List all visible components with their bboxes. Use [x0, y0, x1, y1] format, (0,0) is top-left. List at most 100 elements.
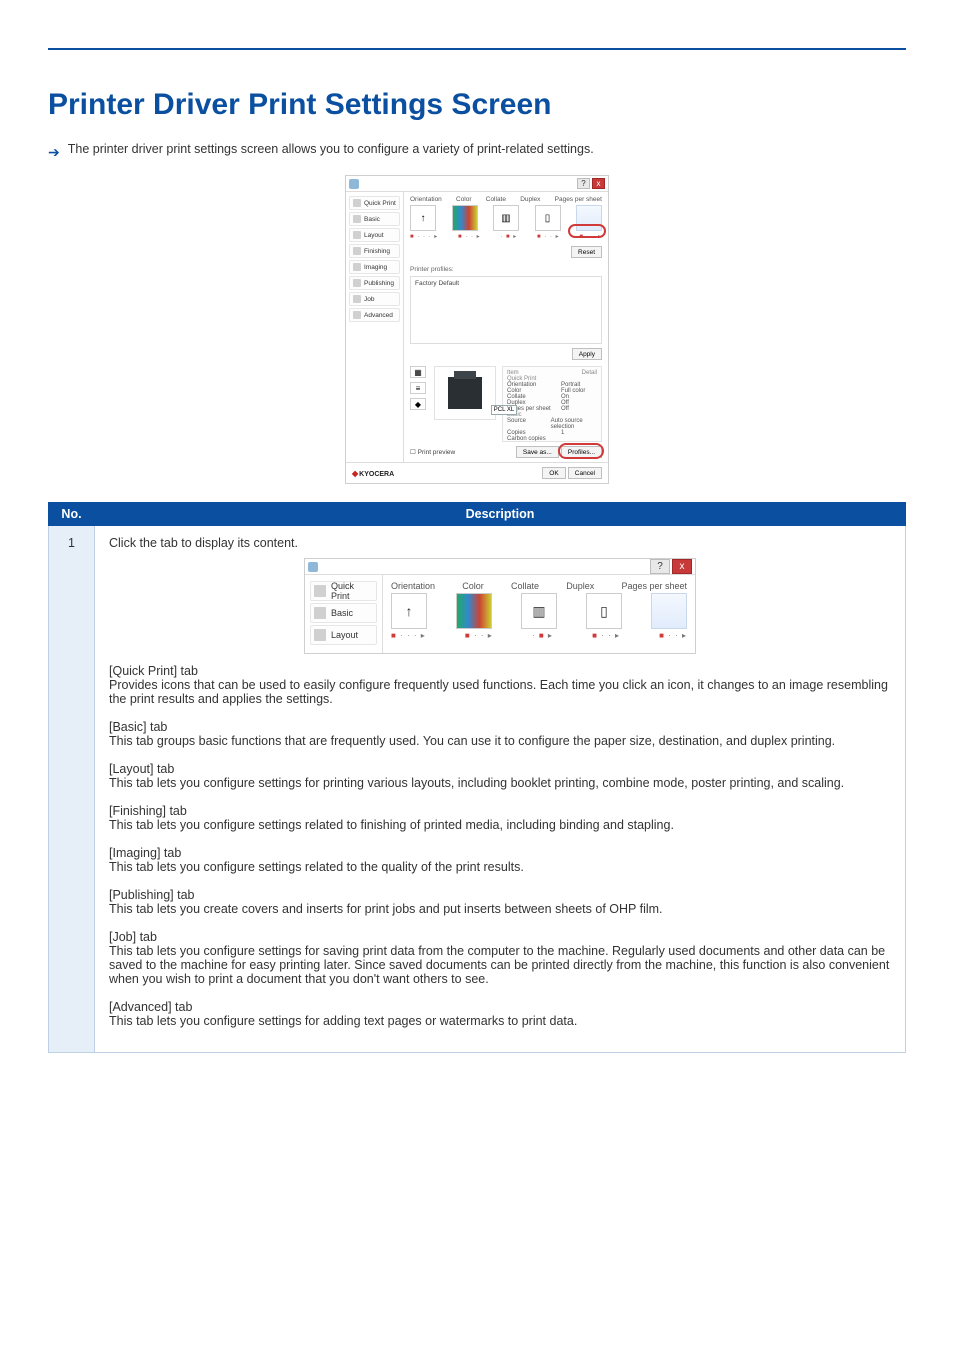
tab-title: [Finishing] tab	[109, 804, 891, 818]
cancel-button[interactable]: Cancel	[568, 467, 602, 479]
tab-desc: This tab groups basic functions that are…	[109, 734, 835, 748]
col-desc: Description	[95, 503, 906, 526]
doc-icon[interactable]: ▦	[410, 366, 426, 378]
tab-title: [Publishing] tab	[109, 888, 891, 902]
duplex-tile[interactable]: ▯	[535, 205, 561, 231]
dots: · ■ ▸	[532, 631, 553, 640]
tab-label: Basic	[364, 216, 380, 223]
main-pane: Orientation Color Collate Duplex Pages p…	[383, 575, 695, 653]
tab-title: [Layout] tab	[109, 762, 891, 776]
arrow-right-icon: ➔	[48, 144, 60, 161]
tab-desc: This tab lets you configure settings for…	[109, 776, 844, 790]
orientation-tile[interactable]: ↑	[391, 593, 427, 629]
tab-advanced[interactable]: Advanced	[349, 308, 400, 322]
titlebar: ? x	[346, 176, 608, 192]
sum-k: Carbon copies	[507, 436, 561, 442]
dots: ■ · · · ▸	[410, 233, 438, 240]
dots: ■ · · ▸	[659, 631, 687, 640]
ok-button[interactable]: OK	[542, 467, 565, 479]
pps-tile[interactable]	[651, 593, 687, 629]
top-rule	[48, 48, 906, 50]
dots: ■ · · ▸	[537, 233, 560, 240]
tab-label: Publishing	[364, 280, 394, 287]
save-as-button[interactable]: Save as...	[516, 446, 559, 458]
tab-imaging[interactable]: Imaging	[349, 260, 400, 274]
tab-job[interactable]: Job	[349, 292, 400, 306]
collate-tile[interactable]: ▥	[493, 205, 519, 231]
opt-orientation: Orientation	[391, 581, 435, 591]
color-icon[interactable]: ◆	[410, 398, 426, 410]
printer-preview: PCL XL	[434, 366, 496, 420]
tab-layout[interactable]: Layout	[310, 625, 377, 645]
tab-finishing[interactable]: Finishing	[349, 244, 400, 258]
close-button[interactable]: x	[672, 559, 692, 574]
color-tile[interactable]	[452, 205, 478, 231]
tab-label: Finishing	[364, 248, 390, 255]
lines-icon[interactable]: ≡	[410, 382, 426, 394]
tab-label: Layout	[331, 630, 358, 640]
dots: ■ · · ▸	[592, 631, 620, 640]
tab-label: Imaging	[364, 264, 387, 271]
tab-label: Quick Print	[331, 581, 373, 601]
profile-item[interactable]: Factory Default	[415, 280, 597, 287]
tab-quick-print[interactable]: Quick Print	[349, 196, 400, 210]
tab-quick-print[interactable]: Quick Print	[310, 581, 377, 601]
tab-title: [Basic] tab	[109, 720, 891, 734]
tab-basic[interactable]: Basic	[310, 603, 377, 623]
layout-icon	[353, 231, 361, 239]
main-pane: Orientation Color Collate Duplex Pages p…	[404, 192, 608, 462]
basic-icon	[353, 215, 361, 223]
tab-label: Advanced	[364, 312, 393, 319]
tab-title: [Advanced] tab	[109, 1000, 891, 1014]
publishing-icon	[353, 279, 361, 287]
finishing-icon	[353, 247, 361, 255]
tab-label: Layout	[364, 232, 384, 239]
sum-v: 1	[561, 430, 564, 436]
app-icon	[308, 562, 318, 572]
opt-color: Color	[456, 196, 472, 203]
layout-icon	[314, 629, 326, 641]
close-button[interactable]: x	[592, 178, 605, 189]
opt-orientation: Orientation	[410, 196, 442, 203]
opt-duplex: Duplex	[566, 581, 594, 591]
basic-icon	[314, 607, 326, 619]
brand-logo: ◆KYOCERA	[352, 469, 394, 478]
opt-pps: Pages per sheet	[555, 196, 602, 203]
duplex-tile[interactable]: ▯	[586, 593, 622, 629]
tab-title: [Imaging] tab	[109, 846, 891, 860]
app-icon	[349, 179, 359, 189]
color-tile[interactable]	[456, 593, 492, 629]
dots: ■ · · · ▸	[391, 631, 426, 640]
printer-image	[448, 377, 482, 409]
tab-layout[interactable]: Layout	[349, 228, 400, 242]
tab-publishing[interactable]: Publishing	[349, 276, 400, 290]
opt-duplex: Duplex	[520, 196, 540, 203]
opt-pps: Pages per sheet	[621, 581, 687, 591]
pcl-chip: PCL XL	[491, 405, 517, 415]
help-button[interactable]: ?	[650, 559, 670, 574]
opt-collate: Collate	[511, 581, 539, 591]
collate-tile[interactable]: ▥	[521, 593, 557, 629]
apply-button[interactable]: Apply	[572, 348, 602, 360]
pps-tile[interactable]	[576, 205, 602, 231]
reset-button[interactable]: Reset	[571, 246, 602, 258]
dots: · ■ ▸	[500, 233, 517, 240]
sum-v: Off	[561, 406, 569, 412]
tab-label: Quick Print	[364, 200, 396, 207]
profiles-button[interactable]: Profiles...	[561, 446, 602, 458]
imaging-icon	[353, 263, 361, 271]
dots: ■ · · ▸	[579, 233, 602, 240]
print-preview-check[interactable]: ☐ Print preview	[410, 448, 455, 456]
quick-print-icon	[314, 585, 326, 597]
tab-desc: This tab lets you configure settings rel…	[109, 818, 674, 832]
orientation-tile[interactable]: ↑	[410, 205, 436, 231]
tab-title: [Job] tab	[109, 930, 891, 944]
help-button[interactable]: ?	[577, 178, 590, 189]
opt-collate: Collate	[486, 196, 506, 203]
tab-desc: This tab lets you configure settings rel…	[109, 860, 524, 874]
profiles-listbox[interactable]: Factory Default	[410, 276, 602, 344]
job-icon	[353, 295, 361, 303]
tab-desc: This tab lets you create covers and inse…	[109, 902, 663, 916]
tab-basic[interactable]: Basic	[349, 212, 400, 226]
col-no: No.	[49, 503, 95, 526]
